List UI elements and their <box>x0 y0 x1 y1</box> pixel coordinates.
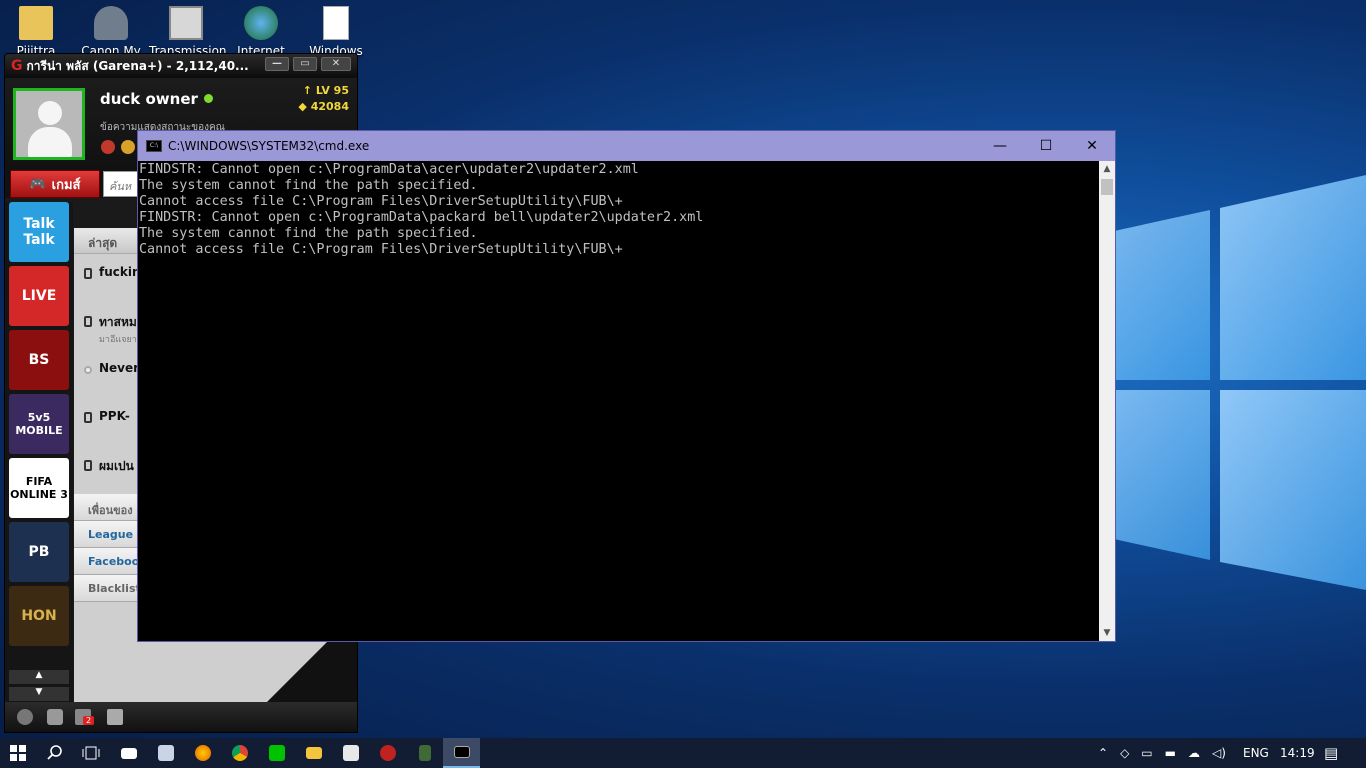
gear-icon[interactable] <box>47 709 63 725</box>
rank-badge-icon <box>101 140 115 154</box>
network-icon[interactable]: ▭ <box>1141 746 1152 760</box>
garena-close-button[interactable]: ✕ <box>321 57 351 71</box>
book-icon <box>418 745 431 761</box>
game-tile-fifa-online-3[interactable]: FIFA ONLINE 3 <box>9 458 69 518</box>
desktop-icon-windows[interactable]: Windows <box>299 6 373 58</box>
desktop-icon-canon[interactable]: Canon My <box>74 6 148 58</box>
cmd-maximize-button[interactable]: ☐ <box>1023 131 1069 161</box>
cmd-scrollbar[interactable]: ▲ ▼ <box>1099 161 1115 641</box>
taskbar-camera[interactable] <box>147 738 184 768</box>
scroll-down-button[interactable]: ▼ <box>9 687 69 701</box>
line-icon <box>268 745 285 761</box>
phone-icon <box>84 412 92 423</box>
game-tile-hon[interactable]: HON <box>9 586 69 646</box>
desktop-icon-pijittra[interactable]: Pijittra <box>0 6 73 58</box>
action-center-icon[interactable]: ▤ <box>1324 738 1338 768</box>
onedrive-icon[interactable]: ☁ <box>1188 746 1200 760</box>
taskbar-mail[interactable] <box>110 738 147 768</box>
windows-start-icon <box>10 745 26 761</box>
taskbar-garena[interactable] <box>369 738 406 768</box>
taskbar-firefox[interactable] <box>184 738 221 768</box>
back-icon[interactable] <box>17 709 33 725</box>
scroll-up-arrow-icon[interactable]: ▲ <box>1099 161 1115 177</box>
cmd-taskbar-icon <box>453 746 470 758</box>
volume-icon[interactable]: ◁) <box>1212 746 1226 760</box>
internet-download-icon <box>244 6 278 40</box>
scroll-thumb[interactable] <box>1101 179 1113 195</box>
cmd-icon: C:\ <box>146 140 162 152</box>
taskbar-explorer[interactable] <box>295 738 332 768</box>
mail-icon <box>120 747 137 759</box>
online-status-icon[interactable] <box>204 94 213 103</box>
cmd-close-button[interactable]: ✕ <box>1069 131 1115 161</box>
search-button[interactable] <box>36 738 73 768</box>
clapper-icon <box>342 745 359 761</box>
task-view-icon <box>82 746 99 760</box>
games-button[interactable]: 🎮 เกมส์ <box>10 170 100 198</box>
camera-icon <box>157 745 174 761</box>
garena-icon <box>379 745 396 761</box>
phone-icon <box>84 268 92 279</box>
search-icon <box>46 745 62 760</box>
garena-minimize-button[interactable]: — <box>265 57 289 71</box>
scroll-up-button[interactable]: ▲ <box>9 670 69 684</box>
cmd-titlebar[interactable]: C:\ C:\WINDOWS\SYSTEM32\cmd.exe — ☐ ✕ <box>138 131 1115 161</box>
game-sidebar: Talk Talk LIVE BS 5v5 MOBILE FIFA ONLINE… <box>5 202 73 704</box>
clock[interactable]: 14:19 <box>1280 738 1315 768</box>
phone-icon <box>84 460 92 471</box>
garena-restore-button[interactable]: ▭ <box>293 57 317 71</box>
game-tile-pb[interactable]: PB <box>9 522 69 582</box>
firefox-icon <box>194 745 211 761</box>
cmd-title: C:\WINDOWS\SYSTEM32\cmd.exe <box>168 139 370 153</box>
folder-icon <box>305 747 322 759</box>
level-badge: ↑ LV 95 <box>302 84 349 97</box>
garena-titlebar[interactable]: G การีน่า พลัส (Garena+) - 2,112,40... —… <box>5 54 357 78</box>
avatar[interactable] <box>13 88 85 160</box>
garena-bottom-bar: 2 <box>5 702 357 732</box>
cmd-minimize-button[interactable]: — <box>977 131 1023 161</box>
scroll-down-arrow-icon[interactable]: ▼ <box>1099 625 1115 641</box>
gamepad-icon: 🎮 <box>29 176 46 192</box>
points-badge: ◆ 42084 <box>298 100 349 113</box>
taskbar-movie-maker[interactable] <box>332 738 369 768</box>
dropbox-icon[interactable]: ◇ <box>1120 746 1129 760</box>
desktop-icon-transmission[interactable]: Transmission <box>149 6 227 58</box>
notification-count-badge: 2 <box>83 716 95 725</box>
battery-icon[interactable]: ▬ <box>1165 746 1176 760</box>
taskbar-cmd[interactable] <box>443 738 480 768</box>
chevron-up-icon[interactable]: ⌃ <box>1098 746 1108 760</box>
transmission-icon <box>169 6 203 40</box>
taskbar-book[interactable] <box>406 738 443 768</box>
file-icon <box>323 6 349 40</box>
offline-dot-icon <box>84 366 92 374</box>
shell-badge-icon <box>121 140 135 154</box>
username: duck owner <box>100 90 198 108</box>
language-indicator[interactable]: ENG <box>1243 738 1269 768</box>
game-tile-mobile-5v5[interactable]: 5v5 MOBILE <box>9 394 69 454</box>
taskbar-chrome[interactable] <box>221 738 258 768</box>
cmd-output[interactable]: FINDSTR: Cannot open c:\ProgramData\acer… <box>138 161 1100 641</box>
phone-icon <box>84 316 92 327</box>
task-view-button[interactable] <box>72 738 109 768</box>
share-icon[interactable] <box>107 709 123 725</box>
game-tile-live[interactable]: LIVE <box>9 266 69 326</box>
desktop-icon-internet[interactable]: Internet <box>224 6 298 58</box>
taskbar-line[interactable] <box>258 738 295 768</box>
garena-logo-icon: G <box>11 58 23 74</box>
garena-title: การีน่า พลัส (Garena+) - 2,112,40... <box>26 58 249 73</box>
game-tile-bs[interactable]: BS <box>9 330 69 390</box>
canon-icon <box>94 6 128 40</box>
start-button[interactable] <box>0 738 36 768</box>
chrome-icon <box>231 745 248 761</box>
taskbar: ⌃ ◇ ▭ ▬ ☁ ◁) ENG 14:19 ▤ <box>0 738 1366 768</box>
system-tray: ⌃ ◇ ▭ ▬ ☁ ◁) <box>1098 738 1226 768</box>
folder-user-icon <box>19 6 53 40</box>
game-tile-talktalk[interactable]: Talk Talk <box>9 202 69 262</box>
cmd-window[interactable]: C:\ C:\WINDOWS\SYSTEM32\cmd.exe — ☐ ✕ FI… <box>137 130 1116 642</box>
